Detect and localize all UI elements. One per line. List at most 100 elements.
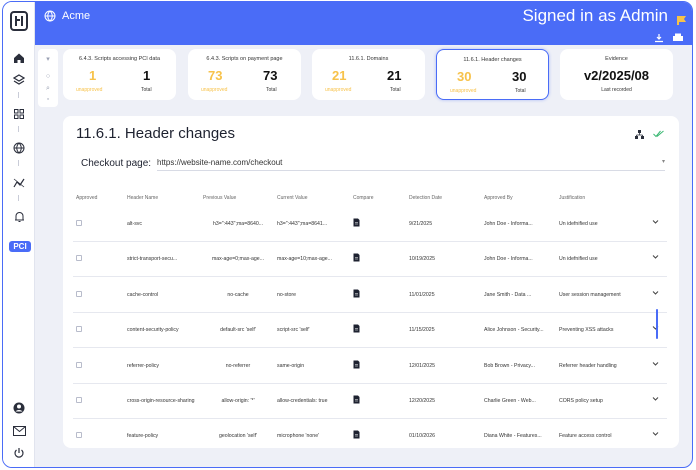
- approve-checkbox[interactable]: [76, 432, 82, 439]
- compare-document-icon[interactable]: [353, 430, 360, 439]
- current-value-cell: same-origin: [277, 362, 305, 369]
- signed-in-status: Signed in as Admin: [522, 6, 668, 25]
- col-header-name[interactable]: Header Name: [127, 195, 158, 201]
- compare-document-icon[interactable]: [353, 218, 360, 227]
- power-icon[interactable]: [11, 445, 27, 461]
- approve-checkbox[interactable]: [76, 220, 82, 226]
- chevron-down-icon[interactable]: [652, 218, 659, 225]
- sidebar: PCI: [3, 2, 35, 467]
- card-scripts-pci[interactable]: 6.4.3. Scripts accessing PCI data 1 1 un…: [63, 49, 176, 100]
- search-icon[interactable]: ⌕: [44, 85, 52, 93]
- current-value-cell: max-age=10;max-age...: [277, 256, 332, 263]
- chevron-down-icon[interactable]: [652, 253, 659, 260]
- col-current-value[interactable]: Current Value: [277, 195, 307, 201]
- col-compare[interactable]: Compare: [353, 195, 374, 201]
- col-previous-value[interactable]: Previous Value: [203, 195, 236, 201]
- pci-badge[interactable]: PCI: [9, 241, 31, 252]
- header-name-cell: alt-svc: [127, 221, 142, 227]
- compare-document-icon[interactable]: [353, 253, 360, 262]
- compare-document-icon[interactable]: [353, 395, 360, 404]
- table-row[interactable]: strict-transport-secu... max-age=0;max-ag…: [73, 242, 667, 278]
- detection-date-cell: 12/01/2025: [409, 362, 435, 369]
- current-value-cell: microphone 'none': [277, 433, 320, 440]
- detection-date-cell: 01/10/2026: [409, 433, 435, 440]
- previous-value-cell: max-age=0;max-age...: [211, 256, 265, 263]
- justification-cell: Preventing XSS attacks: [559, 327, 614, 334]
- collapse-icon[interactable]: ▾: [44, 56, 52, 64]
- approve-checkbox[interactable]: [76, 361, 82, 368]
- chart-icon[interactable]: [11, 175, 27, 191]
- chevron-down-icon[interactable]: [652, 395, 659, 402]
- approve-checkbox[interactable]: [76, 255, 82, 262]
- compare-document-icon[interactable]: [353, 360, 360, 369]
- justification-cell: CORS policy setup: [559, 398, 603, 404]
- panel-title: 11.6.1. Header changes: [76, 125, 236, 142]
- refresh-icon[interactable]: ○: [44, 73, 52, 81]
- card-domains[interactable]: 11.6.1. Domains 21 21 unapproved Total: [312, 49, 425, 100]
- header-name-cell: cross-origin-resource-sharing: [127, 398, 195, 404]
- print-icon[interactable]: [672, 33, 684, 43]
- current-value-cell: h3=":443";ma=8641...: [277, 221, 328, 227]
- detection-date-cell: 11/15/2025: [409, 327, 435, 334]
- card-evidence[interactable]: Evidence v2/2025/08 Last recorded: [560, 49, 673, 100]
- table-row[interactable]: feature-policy geolocation 'self' micropho…: [73, 419, 667, 448]
- layers-icon[interactable]: [11, 72, 27, 88]
- justification-cell: Feature access control: [559, 433, 612, 440]
- table-row[interactable]: referrer-policy no-referrer same-origin 12/…: [73, 349, 667, 384]
- col-approved-by[interactable]: Approved By: [484, 195, 513, 201]
- app-window: PCI Acme Signed in as Admin ▾ ○ ⌕ ▫ 6.4.…: [2, 1, 693, 468]
- current-value-cell: no-store: [277, 291, 297, 298]
- card-scripts-payment[interactable]: 6.4.3. Scripts on payment page 73 73 una…: [188, 49, 301, 100]
- previous-value-cell: h3=":443";ma=8640...: [212, 221, 264, 227]
- app-logo: [10, 11, 28, 31]
- table-row[interactable]: alt-svc h3=":443";ma=8640... h3=":443";ma=…: [73, 207, 667, 242]
- hierarchy-icon[interactable]: [635, 130, 644, 139]
- mail-icon[interactable]: [11, 423, 27, 439]
- approved-by-cell: Bob Brown - Privacy...: [484, 362, 535, 369]
- globe-nav-icon[interactable]: [11, 140, 27, 156]
- justification-cell: Un idefnified use: [559, 256, 598, 263]
- col-justification[interactable]: Justification: [559, 195, 585, 201]
- detection-date-cell: 9/21/2025: [409, 221, 433, 227]
- previous-value-cell: allow-origin: '*': [221, 398, 255, 404]
- approved-by-cell: John Doe - Informa...: [484, 256, 533, 263]
- download-icon[interactable]: [654, 33, 664, 43]
- detection-date-cell: 10/19/2025: [409, 256, 435, 263]
- chevron-down-icon[interactable]: [652, 430, 659, 437]
- justification-cell: Referrer header handling: [559, 362, 617, 369]
- table-row[interactable]: cross-origin-resource-sharing allow-origi…: [73, 384, 667, 419]
- approve-checkbox[interactable]: [76, 290, 82, 297]
- home-icon[interactable]: [11, 50, 27, 66]
- header-name-cell: referrer-policy: [127, 362, 159, 369]
- app-title: Acme: [62, 10, 91, 22]
- table-row[interactable]: content-security-policy default-src 'self…: [73, 313, 667, 349]
- approved-by-cell: Charlie Green - Web...: [484, 398, 536, 404]
- approve-checkbox[interactable]: [76, 326, 82, 333]
- user-icon[interactable]: [11, 400, 27, 416]
- toolbar-strip: [35, 31, 692, 45]
- image-icon[interactable]: ▫: [44, 96, 52, 104]
- col-detection-date[interactable]: Detection Date: [409, 195, 442, 201]
- double-check-icon[interactable]: [653, 130, 664, 138]
- grid-icon[interactable]: [11, 106, 27, 122]
- approved-by-cell: Jane Smith - Data ...: [484, 291, 532, 298]
- compare-document-icon[interactable]: [353, 289, 360, 298]
- approved-by-cell: John Doe - Informa...: [484, 221, 533, 227]
- chevron-down-icon[interactable]: [652, 360, 659, 367]
- approved-by-cell: Alice Johnson - Security...: [484, 327, 544, 334]
- approve-checkbox[interactable]: [76, 397, 82, 403]
- chevron-down-icon[interactable]: [652, 289, 659, 296]
- checkout-page-select[interactable]: https://website-name.com/checkout ▾: [157, 156, 665, 171]
- justification-cell: User session management: [559, 291, 621, 298]
- compare-document-icon[interactable]: [353, 324, 360, 333]
- card-header-changes[interactable]: 11.6.1. Header changes 30 30 unapproved …: [436, 49, 549, 100]
- scrollbar-thumb[interactable]: [656, 309, 658, 339]
- previous-value-cell: geolocation 'self': [218, 433, 258, 440]
- header-name-cell: feature-policy: [127, 433, 159, 440]
- col-approved[interactable]: Approved: [76, 195, 97, 201]
- feedback-icon[interactable]: [676, 14, 688, 26]
- table-row[interactable]: cache-control no-cache no-store 11/01/2025 J…: [73, 278, 667, 313]
- current-value-cell: allow-credentials: true: [277, 398, 328, 404]
- bell-icon[interactable]: [11, 209, 27, 225]
- header-changes-panel: 11.6.1. Header changes Checkout page: ht…: [63, 116, 679, 448]
